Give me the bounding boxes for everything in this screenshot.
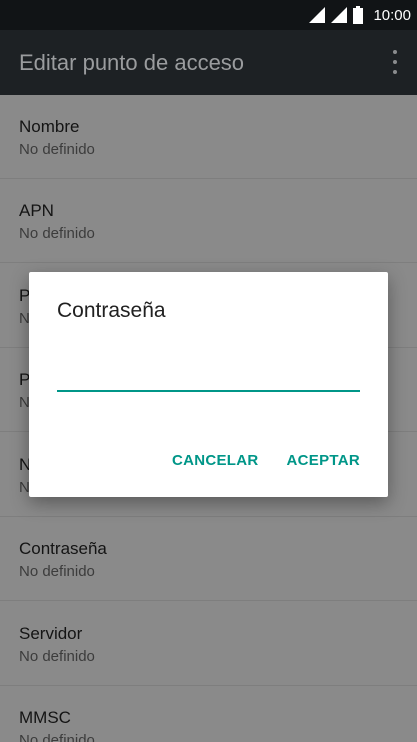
status-icons: 10:00 <box>309 4 411 26</box>
setting-item-mmsc[interactable]: MMSC No definido <box>0 686 417 742</box>
setting-item-contrasena[interactable]: Contraseña No definido <box>0 517 417 601</box>
password-input[interactable] <box>57 358 360 392</box>
setting-title: APN <box>19 201 54 220</box>
setting-title: MMSC <box>19 708 71 727</box>
wifi-signal-icon <box>309 7 326 23</box>
setting-title: Contraseña <box>19 539 107 558</box>
setting-value: No definido <box>19 141 95 158</box>
setting-value: No definido <box>19 225 95 242</box>
accept-button[interactable]: ACEPTAR <box>287 452 361 469</box>
cancel-button[interactable]: CANCELAR <box>172 452 259 469</box>
menu-dot <box>393 50 397 54</box>
dialog-actions: CANCELAR ACEPTAR <box>172 452 360 469</box>
status-time: 10:00 <box>373 6 411 24</box>
setting-title: Nombre <box>19 117 80 136</box>
setting-value: No definido <box>19 648 95 665</box>
app-bar: Editar punto de acceso <box>0 30 417 95</box>
overflow-menu-icon[interactable] <box>391 50 399 74</box>
setting-item-servidor[interactable]: Servidor No definido <box>0 602 417 686</box>
menu-dot <box>393 70 397 74</box>
menu-dot <box>393 60 397 64</box>
cell-signal-icon <box>331 7 348 23</box>
setting-item-nombre[interactable]: Nombre No definido <box>0 95 417 179</box>
setting-item-apn[interactable]: APN No definido <box>0 179 417 263</box>
setting-value: No definido <box>19 732 95 742</box>
status-bar: 10:00 <box>0 0 417 30</box>
page-title: Editar punto de acceso <box>19 50 245 75</box>
dialog-title: Contraseña <box>57 299 166 322</box>
setting-value: No definido <box>19 563 95 580</box>
setting-title: Servidor <box>19 624 83 643</box>
battery-icon <box>353 6 364 24</box>
password-dialog: Contraseña CANCELAR ACEPTAR <box>29 272 388 497</box>
